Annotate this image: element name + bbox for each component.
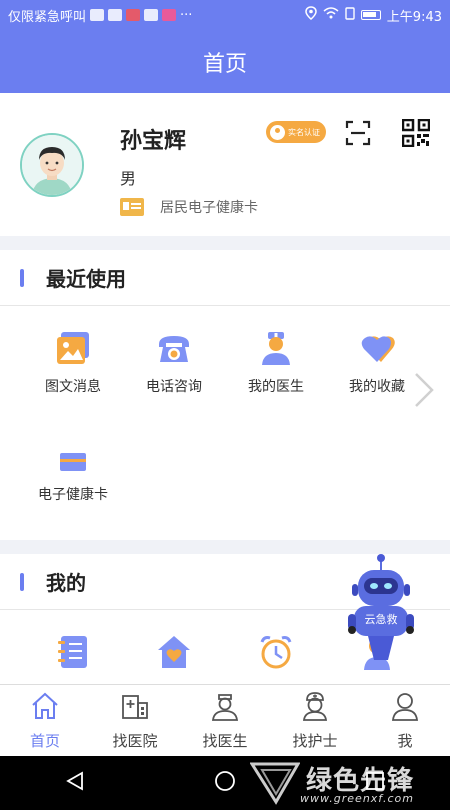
tab-find-hospital[interactable]: 找医院 <box>90 685 180 756</box>
chevron-right-icon[interactable] <box>412 372 436 408</box>
doctor-icon <box>258 330 294 366</box>
mine-item-notebook[interactable] <box>23 634 123 670</box>
notebook-icon <box>55 634 91 670</box>
tab-label: 我 <box>397 732 413 750</box>
tab-label: 首页 <box>29 732 60 750</box>
carrier-text: 仅限紧急呼叫 <box>8 9 87 25</box>
app-icon-2 <box>162 9 177 21</box>
health-card-icon <box>58 450 88 474</box>
doctor-tab-icon <box>209 690 241 726</box>
mine-section-title: 我的 <box>46 571 86 595</box>
recent-item-my-doctor[interactable]: 我的医生 <box>226 330 326 396</box>
page-title-bar: 首页 <box>0 30 450 93</box>
tab-find-doctor[interactable]: 找医生 <box>180 685 270 756</box>
qr-code-icon[interactable] <box>401 118 431 148</box>
health-card-label[interactable]: 居民电子健康卡 <box>160 197 258 217</box>
scan-icon[interactable] <box>345 120 371 146</box>
profile-card[interactable]: 孙宝辉 男 居民电子健康卡 实名认证 <box>0 93 450 236</box>
id-card-icon <box>120 198 144 216</box>
recent-section-title: 最近使用 <box>46 267 126 291</box>
alarm-clock-icon <box>258 634 294 670</box>
sim-icon <box>345 6 355 24</box>
tab-find-nurse[interactable]: 找护士 <box>270 685 360 756</box>
recent-section: 最近使用 图文消息 电话咨询 我的医生 我的收藏 电子健康卡 <box>0 250 450 540</box>
tab-home[interactable]: 首页 <box>0 685 90 756</box>
tab-me[interactable]: 我 <box>360 685 450 756</box>
home-icon <box>29 690 61 726</box>
more-notifications: ··· <box>180 7 193 23</box>
tab-label: 找护士 <box>292 732 338 750</box>
recent-item-health-card[interactable]: 电子健康卡 <box>23 450 123 504</box>
cloud-icon <box>108 9 123 21</box>
recent-item-label: 图文消息 <box>45 379 101 395</box>
home-heart-icon <box>156 634 192 670</box>
heart-icon <box>359 330 395 366</box>
user-name: 孙宝辉 <box>120 129 187 154</box>
recent-item-label: 电子健康卡 <box>38 487 108 503</box>
nurse-tab-icon <box>299 690 331 726</box>
recent-section-header: 最近使用 <box>0 250 450 306</box>
recent-item-label: 电话咨询 <box>146 379 202 395</box>
cloud-first-aid-robot-button[interactable]: 云急救 <box>346 552 416 672</box>
real-name-verified-badge[interactable]: 实名认证 <box>266 121 326 143</box>
recent-item-phone[interactable]: 电话咨询 <box>124 330 224 396</box>
page-title: 首页 <box>202 51 247 77</box>
recent-item-label: 我的医生 <box>248 379 304 395</box>
wifi-icon <box>323 7 339 23</box>
watermark-url: www.greenxf.com <box>300 792 414 805</box>
robot-label: 云急救 <box>364 613 398 626</box>
tab-label: 找医生 <box>202 732 248 750</box>
back-icon[interactable] <box>64 770 86 796</box>
news-icon <box>126 9 141 21</box>
avatar[interactable] <box>20 133 84 197</box>
watermark: 绿色先锋 www.greenxf.com <box>250 758 450 808</box>
notification-icon <box>90 9 105 21</box>
location-icon <box>305 6 317 24</box>
verify-badge-label: 实名认证 <box>288 127 320 137</box>
tab-label: 找医院 <box>112 732 158 750</box>
status-bar: 仅限紧急呼叫 ··· 上午9:43 <box>0 0 450 30</box>
bottom-tab-bar: 首页 找医院 找医生 找护士 我 <box>0 684 450 756</box>
user-verify-icon <box>270 124 285 140</box>
mine-item-alarm[interactable] <box>226 634 326 670</box>
mine-item-home[interactable] <box>124 634 224 670</box>
image-message-icon <box>55 330 91 366</box>
user-gender: 男 <box>120 169 137 188</box>
recent-item-image-message[interactable]: 图文消息 <box>23 330 123 396</box>
phone-icon <box>156 330 192 366</box>
battery-icon <box>360 10 381 20</box>
clock: 上午9:43 <box>386 9 442 25</box>
home-nav-icon[interactable] <box>214 770 236 796</box>
app-icon <box>144 9 159 21</box>
person-icon <box>389 690 421 726</box>
hospital-icon <box>119 690 151 726</box>
